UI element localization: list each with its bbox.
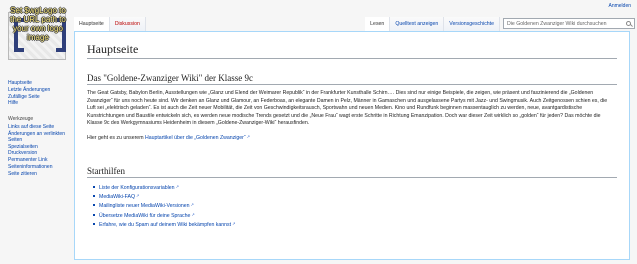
section-heading-intro: Das "Goldene-Zwanziger Wiki" der Klasse … bbox=[87, 73, 617, 85]
external-link-icon: ↗ bbox=[246, 133, 250, 139]
search-icon[interactable] bbox=[626, 21, 631, 26]
logo-text: Set $wgLogo to the URL path to your own … bbox=[10, 6, 66, 42]
main-article-prefix: Hier geht es zu unserem bbox=[87, 134, 144, 141]
section-heading-starthilfen: Starthilfen bbox=[87, 166, 617, 178]
intro-paragraph: The Geat Gatsby, Babylon Berlin, Ausstel… bbox=[87, 90, 608, 127]
sidebar-item-seite-zitieren[interactable]: Seite zitieren bbox=[8, 171, 37, 177]
list-item: Übersetze MediaWiki für deine Sprache↗ bbox=[93, 211, 617, 220]
sidebar-item-aenderungen-verlinkte-seiten[interactable]: Änderungen an verlinkten Seiten bbox=[8, 131, 65, 143]
help-link-mediawiki-faq[interactable]: MediaWiki-FAQ bbox=[99, 194, 135, 200]
search-input[interactable]: Die Goldenen Zwanziger Wiki durchsuchen bbox=[503, 18, 635, 29]
sidebar-item-seiteninformationen[interactable]: Seiteninformationen bbox=[8, 164, 52, 170]
main-article-link[interactable]: Hauptartikel über die „Goldenen Zwanzige… bbox=[145, 135, 246, 141]
sidebar: Hauptseite Letzte Änderungen Zufällige S… bbox=[8, 80, 72, 178]
search-placeholder: Die Goldenen Zwanziger Wiki durchsuchen bbox=[507, 21, 607, 27]
tab-hauptseite[interactable]: Hauptseite bbox=[74, 17, 110, 31]
list-item: Erfahre, wie du Spam auf deinem Wiki bek… bbox=[93, 220, 617, 229]
help-link-list: Liste der Konfigurationsvariablen↗ Media… bbox=[93, 183, 617, 230]
help-link-uebersetzen[interactable]: Übersetze MediaWiki für deine Sprache bbox=[99, 213, 190, 219]
external-link-icon: ↗ bbox=[191, 211, 195, 217]
tab-versionsgeschichte[interactable]: Versionsgeschichte bbox=[444, 17, 500, 31]
sidebar-heading-werkzeuge: Werkzeuge bbox=[8, 115, 34, 122]
sidebar-item-links-auf-diese-seite[interactable]: Links auf diese Seite bbox=[8, 124, 54, 130]
sidebar-item-druckversion[interactable]: Druckversion bbox=[8, 150, 37, 156]
sidebar-item-zufaellige-seite[interactable]: Zufällige Seite bbox=[8, 94, 40, 100]
sidebar-navigation: Hauptseite Letzte Änderungen Zufällige S… bbox=[8, 80, 72, 107]
tab-diskussion[interactable]: Diskussion bbox=[109, 17, 146, 31]
sidebar-item-hilfe[interactable]: Hilfe bbox=[8, 100, 18, 106]
sidebar-item-spezialseiten[interactable]: Spezialseiten bbox=[8, 144, 38, 150]
site-sub bbox=[87, 61, 617, 63]
page-title: Hauptseite bbox=[87, 42, 617, 59]
help-link-konfigurationsvariablen[interactable]: Liste der Konfigurationsvariablen bbox=[99, 185, 175, 191]
tab-lesen[interactable]: Lesen bbox=[365, 17, 391, 31]
view-tabs: Lesen Quelltext anzeigen Versionsgeschic… bbox=[365, 17, 635, 31]
help-link-spam[interactable]: Erfahre, wie du Spam auf deinem Wiki bek… bbox=[99, 222, 231, 228]
list-item: MediaWiki-FAQ↗ bbox=[93, 192, 617, 201]
list-item: Liste der Konfigurationsvariablen↗ bbox=[93, 183, 617, 192]
site-logo[interactable]: Set $wgLogo to the URL path to your own … bbox=[4, 4, 72, 62]
tab-quelltext-anzeigen[interactable]: Quelltext anzeigen bbox=[390, 17, 445, 31]
external-link-icon: ↗ bbox=[175, 183, 179, 189]
namespace-tabs: Hauptseite Diskussion bbox=[74, 17, 146, 31]
sidebar-item-letzte-aenderungen[interactable]: Letzte Änderungen bbox=[8, 87, 50, 93]
help-link-mailingliste[interactable]: Mailingliste neuer MediaWiki-Versionen bbox=[99, 203, 190, 209]
list-item: Mailingliste neuer MediaWiki-Versionen↗ bbox=[93, 201, 617, 210]
sidebar-tools: Links auf diese Seite Änderungen an verl… bbox=[8, 124, 72, 177]
login-link[interactable]: Anmelden bbox=[608, 3, 631, 9]
sidebar-item-permanenter-link[interactable]: Permanenter Link bbox=[8, 157, 47, 163]
main-content: Hauptseite Das "Goldene-Zwanziger Wiki" … bbox=[74, 31, 630, 260]
external-link-icon: ↗ bbox=[190, 202, 194, 208]
external-link-icon: ↗ bbox=[136, 192, 140, 198]
main-article-paragraph: Hier geht es zu unserem Hauptartikel übe… bbox=[87, 133, 615, 143]
sidebar-item-hauptseite[interactable]: Hauptseite bbox=[8, 80, 32, 86]
external-link-icon: ↗ bbox=[232, 221, 236, 227]
